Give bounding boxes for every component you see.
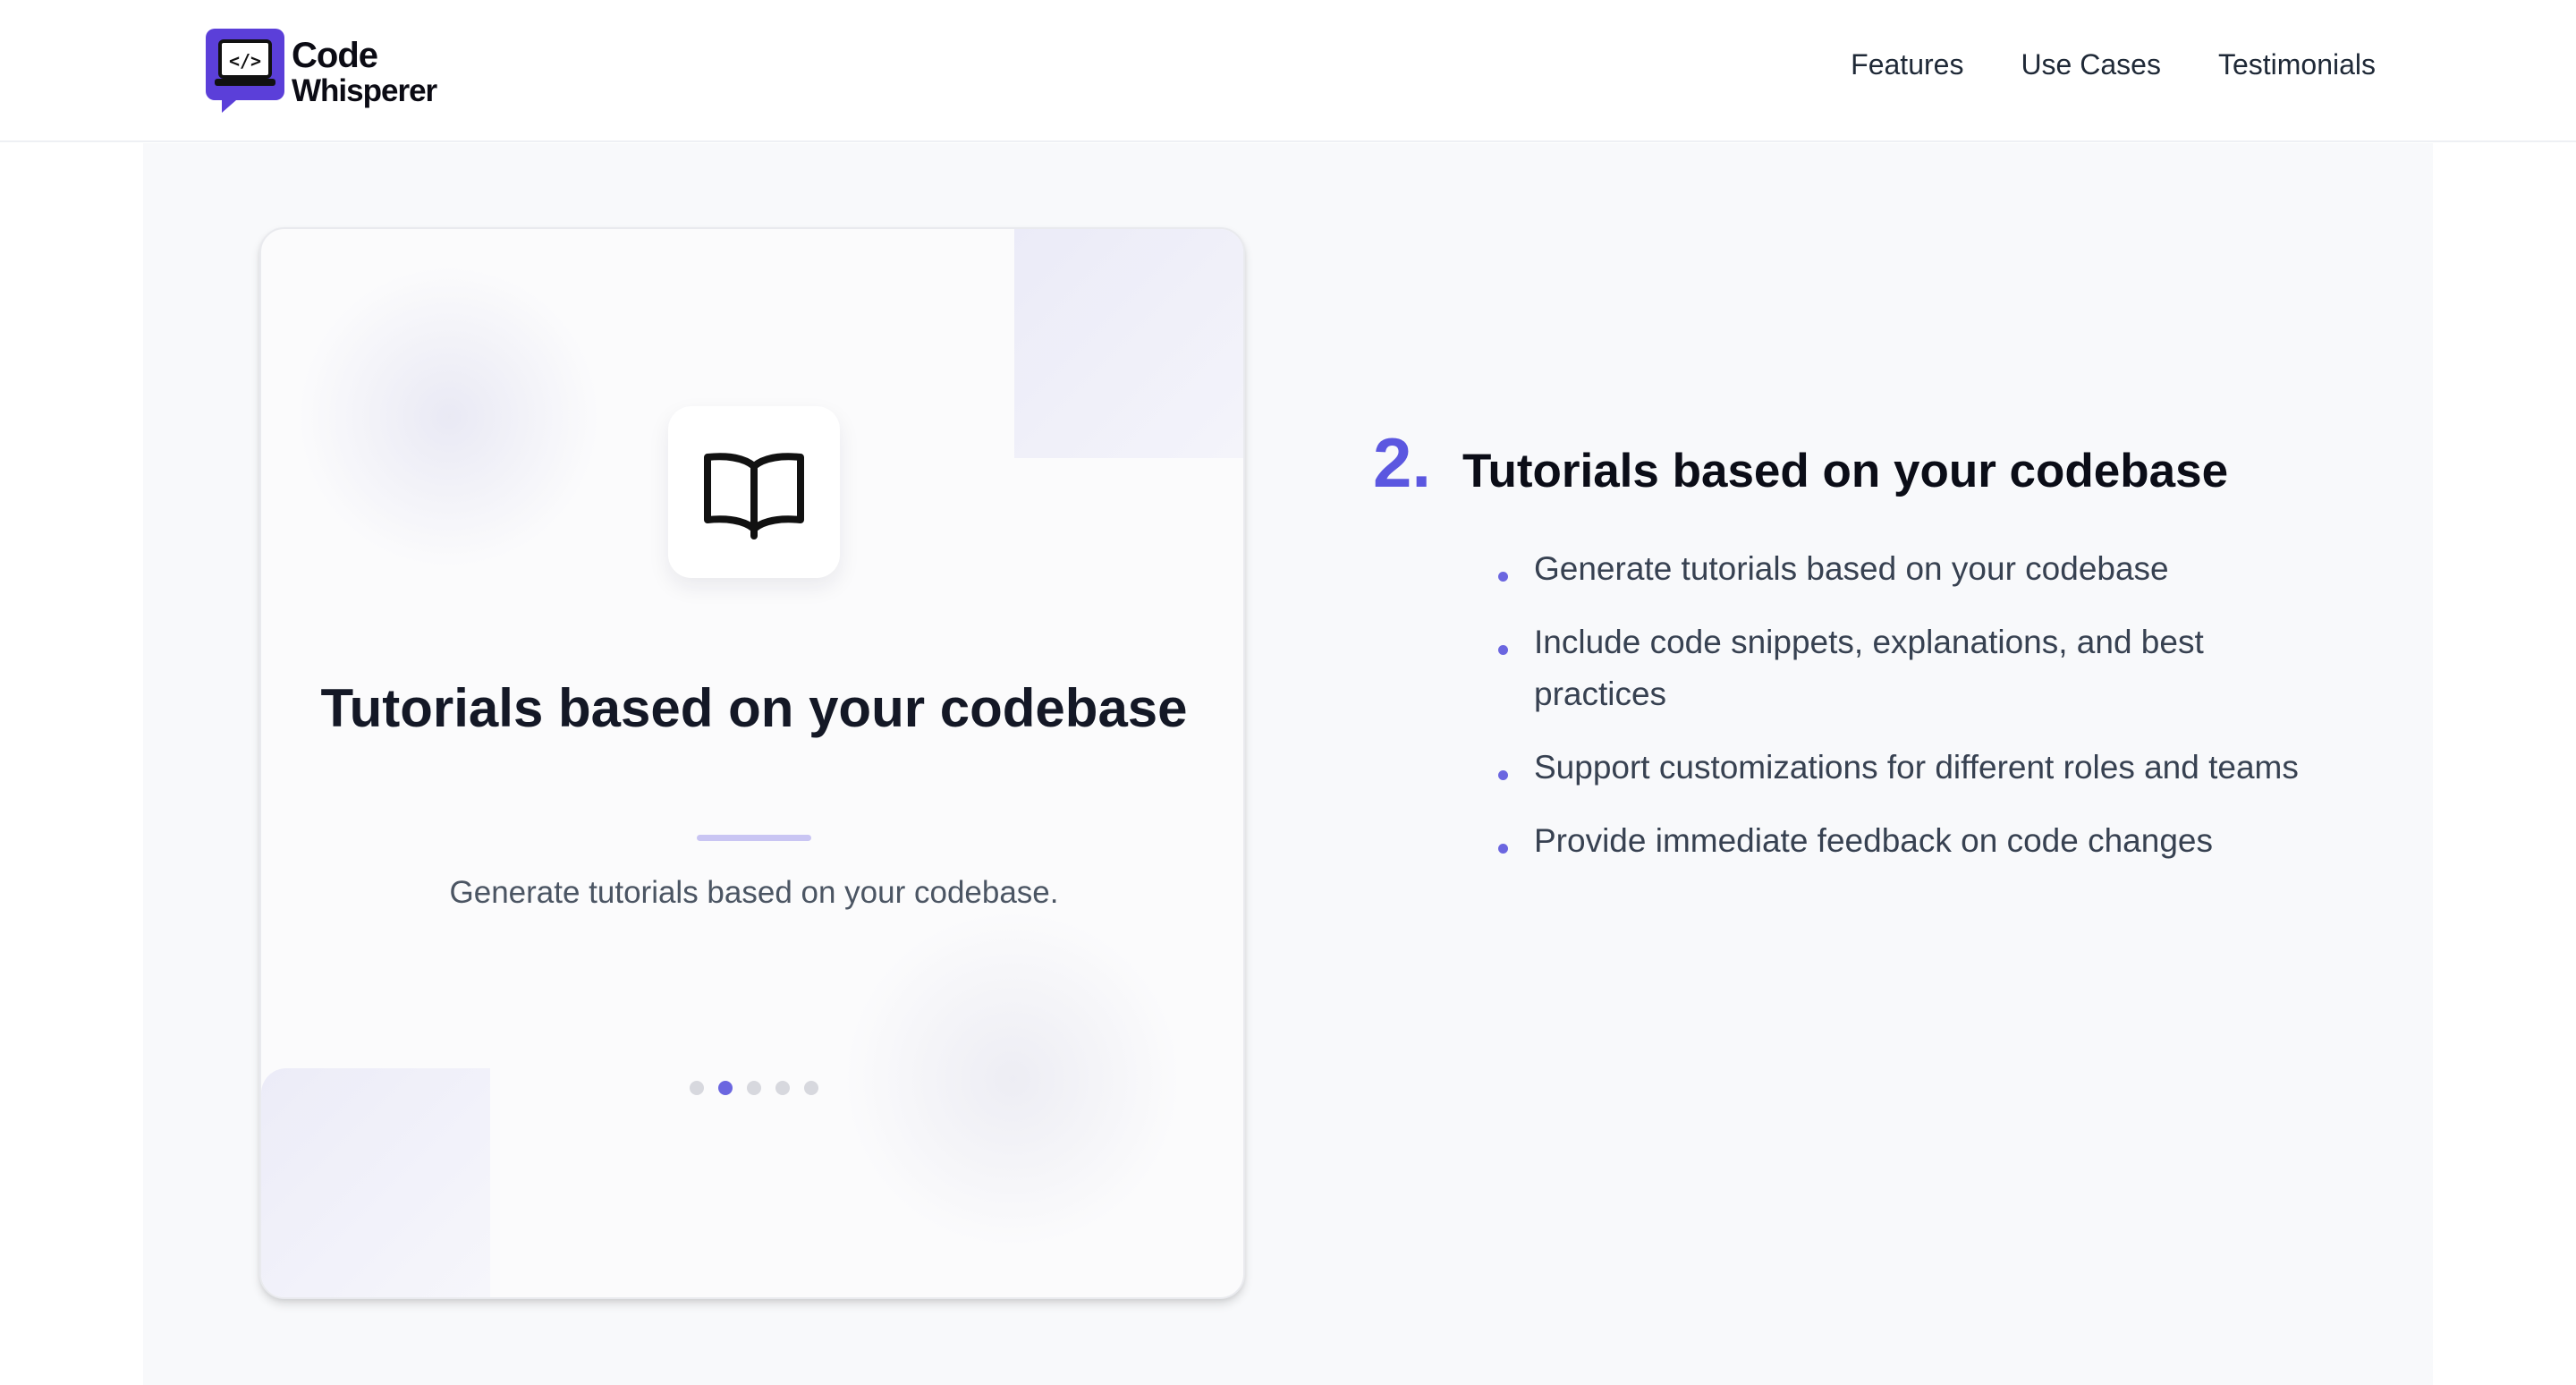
main-nav: Features Use Cases Testimonials bbox=[1851, 48, 2376, 81]
decorative-corner bbox=[1014, 229, 1243, 458]
feature-card: Tutorials based on your codebase Generat… bbox=[259, 227, 1245, 1299]
nav-link-testimonials[interactable]: Testimonials bbox=[2218, 48, 2376, 81]
code-laptop-chat-icon: </> bbox=[206, 29, 284, 115]
feature-detail: 2. Tutorials based on your codebase Gene… bbox=[1373, 422, 2357, 888]
decorative-blob bbox=[843, 909, 1182, 1249]
feature-heading: 2. Tutorials based on your codebase bbox=[1373, 422, 2357, 504]
brand-name-line2: Whisperer bbox=[292, 72, 437, 108]
card-description: Generate tutorials based on your codebas… bbox=[449, 875, 1059, 910]
carousel-dot-3[interactable] bbox=[747, 1081, 761, 1095]
carousel-dot-5[interactable] bbox=[804, 1081, 818, 1095]
feature-bullet: Provide immediate feedback on code chang… bbox=[1498, 815, 2303, 867]
svg-text:</>: </> bbox=[229, 50, 261, 72]
decorative-corner bbox=[261, 1068, 490, 1297]
feature-bullet: Support customizations for different rol… bbox=[1498, 742, 2303, 794]
brand-name-line1: Code bbox=[292, 35, 378, 75]
site-header: </> Code Whisperer Features Use Cases Te… bbox=[0, 0, 2576, 142]
carousel-dots bbox=[261, 1081, 1243, 1095]
nav-link-features[interactable]: Features bbox=[1851, 48, 1963, 81]
feature-bullet-list: Generate tutorials based on your codebas… bbox=[1373, 543, 2357, 867]
feature-number: 2. bbox=[1373, 423, 1432, 502]
feature-bullet: Include code snippets, explanations, and… bbox=[1498, 616, 2303, 720]
carousel-dot-4[interactable] bbox=[775, 1081, 790, 1095]
decorative-blob bbox=[297, 265, 601, 569]
title-divider bbox=[697, 835, 811, 841]
carousel-dot-1[interactable] bbox=[690, 1081, 704, 1095]
card-title: Tutorials based on your codebase bbox=[320, 678, 1188, 738]
nav-link-use-cases[interactable]: Use Cases bbox=[2021, 48, 2161, 81]
feature-title: Tutorials based on your codebase bbox=[1462, 445, 2229, 497]
carousel-dot-2[interactable] bbox=[718, 1081, 733, 1095]
open-book-icon bbox=[704, 453, 804, 540]
brand-logo[interactable]: </> Code Whisperer bbox=[206, 29, 437, 115]
feature-bullet: Generate tutorials based on your codebas… bbox=[1498, 543, 2303, 595]
feature-icon-tile bbox=[668, 406, 840, 578]
features-section: Tutorials based on your codebase Generat… bbox=[143, 143, 2433, 1385]
